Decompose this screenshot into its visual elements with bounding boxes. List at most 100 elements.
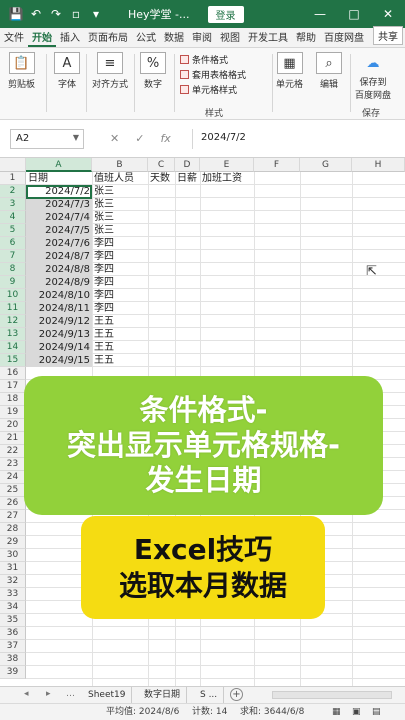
row-header[interactable]: 34 — [0, 601, 26, 614]
tab-help[interactable]: 帮助 — [292, 29, 320, 47]
name-cell[interactable]: 王五 — [92, 341, 148, 354]
row-header[interactable]: 26 — [0, 497, 26, 510]
date-cell[interactable]: 2024/7/6 — [26, 237, 92, 250]
date-cell[interactable]: 2024/9/12 — [26, 315, 92, 328]
column-header[interactable]: D — [175, 158, 200, 172]
row-header[interactable]: 15 — [0, 354, 26, 367]
tab-data[interactable]: 数据 — [160, 29, 188, 47]
sheet-tab[interactable]: S ... — [194, 687, 225, 703]
row-header[interactable]: 37 — [0, 640, 26, 653]
normal-view-icon[interactable]: ▦ — [332, 704, 341, 720]
row-header[interactable]: 38 — [0, 653, 26, 666]
row-header[interactable]: 28 — [0, 523, 26, 536]
conditional-format-button[interactable]: 条件格式 — [180, 52, 270, 67]
sheet-tab[interactable]: 数字日期 — [138, 687, 188, 703]
select-all-corner[interactable] — [0, 158, 26, 172]
customize-icon[interactable]: ▾ — [86, 0, 106, 28]
row-header[interactable]: 17 — [0, 380, 26, 393]
date-cell[interactable]: 2024/7/3 — [26, 198, 92, 211]
cells-group[interactable]: ▦ 单元格 — [276, 52, 303, 116]
row-header[interactable]: 4 — [0, 211, 26, 224]
tab-review[interactable]: 审阅 — [188, 29, 216, 47]
tab-developer[interactable]: 开发工具 — [244, 29, 292, 47]
row-header[interactable]: 30 — [0, 549, 26, 562]
redo-icon[interactable]: ↷ — [46, 0, 66, 28]
tab-home[interactable]: 开始 — [28, 29, 56, 47]
name-cell[interactable]: 李四 — [92, 276, 148, 289]
column-header[interactable]: C — [148, 158, 175, 172]
page-layout-icon[interactable]: ▣ — [352, 704, 361, 720]
row-header[interactable]: 24 — [0, 471, 26, 484]
date-cell[interactable]: 2024/7/5 — [26, 224, 92, 237]
editing-group[interactable]: ⌕ 编辑 — [316, 52, 342, 116]
row-header[interactable]: 14 — [0, 341, 26, 354]
name-cell[interactable]: 李四 — [92, 302, 148, 315]
more-sheets-icon[interactable]: … — [66, 689, 75, 699]
column-header[interactable]: A — [26, 158, 92, 172]
row-header[interactable]: 35 — [0, 614, 26, 627]
login-button[interactable]: 登录 — [207, 5, 244, 23]
row-header[interactable]: 33 — [0, 588, 26, 601]
row-header[interactable]: 36 — [0, 627, 26, 640]
date-cell[interactable]: 2024/7/4 — [26, 211, 92, 224]
row-header[interactable]: 13 — [0, 328, 26, 341]
cell-styles-button[interactable]: 单元格样式 — [180, 82, 270, 97]
column-header[interactable]: B — [92, 158, 148, 172]
tab-formulas[interactable]: 公式 — [132, 29, 160, 47]
maximize-button[interactable]: □ — [337, 7, 371, 21]
name-cell[interactable]: 张三 — [92, 224, 148, 237]
tab-insert[interactable]: 插入 — [56, 29, 84, 47]
row-header[interactable]: 12 — [0, 315, 26, 328]
name-cell[interactable]: 李四 — [92, 289, 148, 302]
column-header[interactable]: G — [300, 158, 352, 172]
number-group[interactable]: % 数字 — [140, 52, 166, 116]
header-cell[interactable]: 值班人员 — [92, 172, 148, 185]
check-icon[interactable]: ✓ — [135, 132, 144, 145]
date-cell[interactable]: 2024/9/13 — [26, 328, 92, 341]
name-cell[interactable]: 李四 — [92, 237, 148, 250]
next-sheet-icon[interactable]: ▸ — [46, 689, 51, 699]
row-header[interactable]: 27 — [0, 510, 26, 523]
table-format-button[interactable]: 套用表格格式 — [180, 67, 270, 82]
header-cell[interactable]: 日薪 — [175, 172, 200, 185]
row-header[interactable]: 5 — [0, 224, 26, 237]
minimize-button[interactable]: — — [303, 7, 337, 21]
clipboard-group[interactable]: 📋 剪贴板 — [8, 52, 35, 116]
row-header[interactable]: 19 — [0, 406, 26, 419]
share-button[interactable]: 共享 — [373, 26, 403, 45]
close-button[interactable]: ✕ — [371, 7, 405, 21]
tab-view[interactable]: 视图 — [216, 29, 244, 47]
name-cell[interactable]: 张三 — [92, 211, 148, 224]
save-icon[interactable]: 💾 — [6, 0, 26, 28]
date-cell[interactable]: 2024/8/8 — [26, 263, 92, 276]
column-header[interactable]: F — [254, 158, 300, 172]
name-cell[interactable]: 王五 — [92, 328, 148, 341]
row-header[interactable]: 6 — [0, 237, 26, 250]
header-cell[interactable]: 天数 — [148, 172, 175, 185]
row-header[interactable]: 11 — [0, 302, 26, 315]
row-header[interactable]: 7 — [0, 250, 26, 263]
row-header[interactable]: 39 — [0, 666, 26, 679]
header-cell[interactable]: 加班工资 — [200, 172, 254, 185]
name-cell[interactable]: 张三 — [92, 185, 148, 198]
row-header[interactable]: 29 — [0, 536, 26, 549]
row-header[interactable]: 22 — [0, 445, 26, 458]
chevron-down-icon[interactable]: ▼ — [73, 133, 79, 142]
row-header[interactable]: 18 — [0, 393, 26, 406]
column-header[interactable]: H — [352, 158, 405, 172]
row-header[interactable]: 32 — [0, 575, 26, 588]
date-cell[interactable]: 2024/8/7 — [26, 250, 92, 263]
header-cell[interactable]: 日期 — [26, 172, 92, 185]
row-header[interactable]: 8 — [0, 263, 26, 276]
undo-icon[interactable]: ↶ — [26, 0, 46, 28]
sheet-tab[interactable]: Sheet19 — [82, 687, 133, 703]
formula-input[interactable]: 2024/7/2 — [192, 129, 402, 149]
row-header[interactable]: 2 — [0, 185, 26, 198]
tab-baidu[interactable]: 百度网盘 — [320, 29, 368, 47]
date-cell[interactable]: 2024/8/10 — [26, 289, 92, 302]
row-header[interactable]: 23 — [0, 458, 26, 471]
horizontal-scrollbar[interactable] — [272, 691, 392, 699]
font-group[interactable]: A 字体 — [54, 52, 80, 116]
page-setup-icon[interactable]: ▫ — [66, 0, 86, 28]
row-header[interactable]: 31 — [0, 562, 26, 575]
